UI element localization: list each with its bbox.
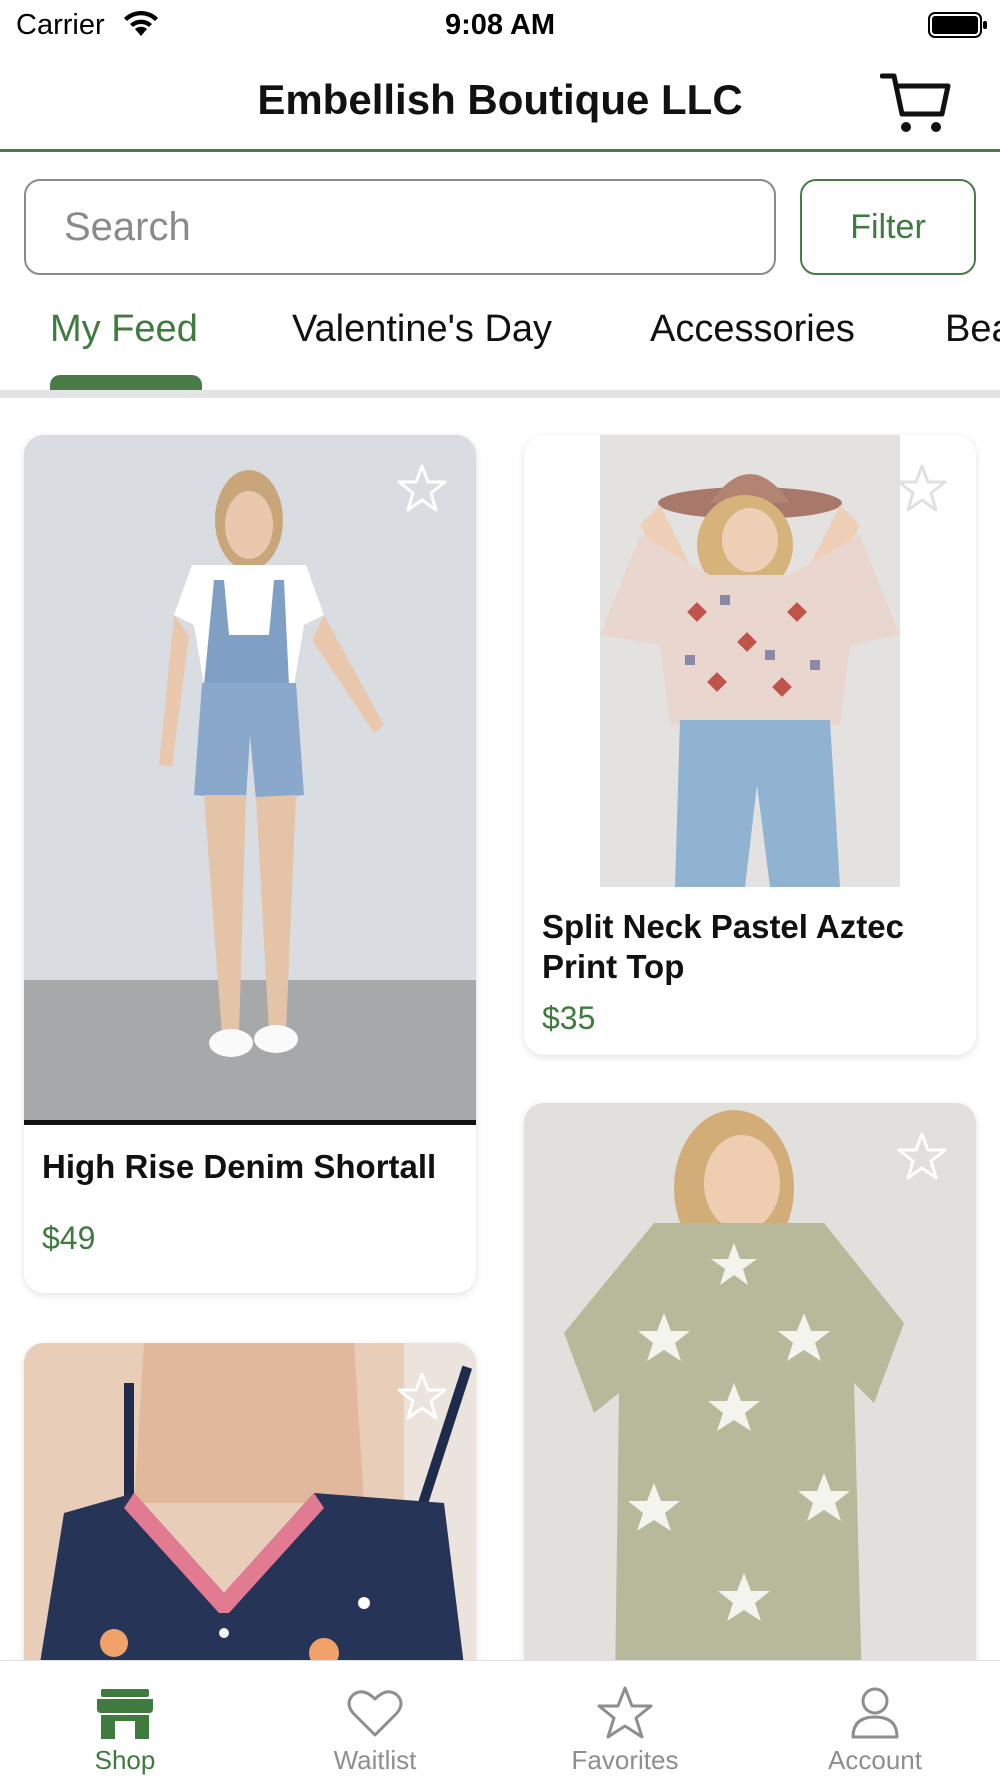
status-time: 9:08 AM	[444, 9, 556, 41]
product-photo-overalls	[24, 435, 476, 1125]
product-image[interactable]	[600, 435, 900, 887]
tab-bar-account[interactable]: Account	[750, 1661, 1000, 1778]
tab-bar-label: Favorites	[571, 1745, 679, 1775]
app-header: Embellish Boutique LLC	[0, 52, 1000, 152]
product-image[interactable]	[24, 435, 476, 1125]
search-input[interactable]	[24, 179, 776, 275]
product-price: $35	[542, 1000, 596, 1036]
category-tabs: My Feed Valentine's Day Accessories Bea	[0, 300, 1000, 400]
filter-button[interactable]: Filter	[800, 179, 976, 275]
person-icon	[851, 1687, 899, 1739]
tab-bar-label: Account	[828, 1745, 922, 1775]
cart-icon[interactable]	[880, 70, 952, 136]
tab-bar-favorites[interactable]: Favorites	[500, 1661, 750, 1778]
tab-bar-label: Waitlist	[333, 1745, 417, 1775]
active-tab-indicator	[50, 375, 202, 391]
tab-bar-label: Shop	[94, 1745, 156, 1775]
product-name: Split Neck Pastel Aztec Print Top	[542, 908, 904, 985]
storefront-icon	[97, 1689, 153, 1739]
tab-beauty[interactable]: Bea	[945, 308, 1000, 351]
product-card[interactable]: High Rise Denim Shortall $49	[24, 435, 476, 1293]
battery-icon	[928, 12, 987, 38]
tab-my-feed[interactable]: My Feed	[50, 308, 198, 351]
tab-accessories[interactable]: Accessories	[650, 308, 855, 351]
product-photo-aztec-top	[600, 435, 900, 887]
product-price: $49	[42, 1220, 96, 1256]
favorite-star-icon[interactable]	[396, 463, 448, 515]
status-bar: Carrier 9:08 AM	[0, 0, 1000, 52]
tab-valentines-day[interactable]: Valentine's Day	[292, 308, 552, 351]
favorite-star-icon[interactable]	[896, 463, 948, 515]
heart-icon	[347, 1690, 403, 1737]
tab-bar-shop[interactable]: Shop	[0, 1661, 250, 1778]
product-card[interactable]: Split Neck Pastel Aztec Print Top $35	[524, 435, 976, 1055]
tabs-divider	[0, 390, 1000, 398]
favorite-star-icon[interactable]	[896, 1131, 948, 1183]
page-title: Embellish Boutique LLC	[257, 76, 743, 123]
product-name: High Rise Denim Shortall	[42, 1148, 437, 1185]
tab-bar-waitlist[interactable]: Waitlist	[250, 1661, 500, 1778]
star-icon	[597, 1686, 653, 1739]
favorite-star-icon[interactable]	[396, 1371, 448, 1423]
bottom-tab-bar: Shop Waitlist Favorites Account	[0, 1660, 1000, 1778]
